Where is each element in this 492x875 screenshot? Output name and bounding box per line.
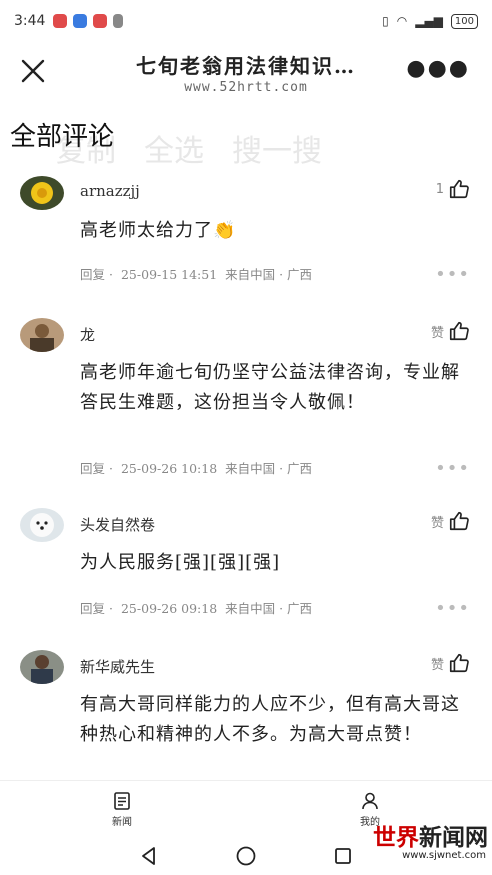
- section-title: 全部评论: [10, 122, 115, 152]
- tab-news[interactable]: 新闻: [92, 791, 152, 828]
- like-count: 1: [435, 181, 444, 197]
- page-url: www.52hrtt.com: [184, 80, 308, 95]
- like-button[interactable]: 赞: [431, 510, 470, 532]
- like-button[interactable]: 赞: [431, 652, 470, 674]
- app-notification-icon: [93, 14, 108, 28]
- like-count: 赞: [430, 515, 444, 531]
- status-bar: 3:44 ▯ ◠ ▂▄▆ 100: [0, 0, 492, 42]
- battery-indicator: 100: [450, 13, 478, 29]
- thumbs-up-icon: [449, 653, 469, 673]
- thumbs-up-icon: [449, 179, 469, 199]
- app-notification-icon: [53, 14, 68, 28]
- reply-link[interactable]: 回复: [80, 601, 105, 616]
- reply-link[interactable]: 回复: [80, 267, 105, 282]
- reply-link[interactable]: 回复: [80, 461, 105, 476]
- comment-panel: 复制 全选 搜一搜 全部评论 arnazzjj 1 高老师太给力了👏 回复 · 2…: [0, 104, 492, 780]
- tab-label: 新闻: [112, 817, 132, 828]
- comment-meta: 回复 · 25-09-26 10:18 来自中国 · 广西: [80, 461, 313, 476]
- home-icon[interactable]: [235, 845, 257, 867]
- avatar[interactable]: [20, 318, 64, 352]
- comment-text: 为人民服务[强][强][强]: [80, 552, 281, 573]
- avatar[interactable]: [20, 508, 64, 542]
- wifi-icon: ◠: [396, 14, 408, 28]
- site-watermark: 世界新闻网 www.sjwnet.com: [342, 818, 488, 864]
- search-action[interactable]: 搜一搜: [232, 126, 322, 170]
- status-time: 3:44: [14, 13, 46, 29]
- comment-meta: 回复 · 25-09-15 14:51 来自中国 · 广西: [80, 267, 313, 282]
- comment-location: 来自中国 · 广西: [225, 267, 313, 282]
- back-icon[interactable]: [138, 845, 160, 867]
- comment-username[interactable]: 龙: [80, 324, 95, 345]
- like-button[interactable]: 赞: [431, 320, 470, 342]
- news-icon: [114, 792, 130, 810]
- comment-more-icon[interactable]: •••: [435, 264, 470, 285]
- avatar[interactable]: [20, 176, 64, 210]
- vibrate-icon: ▯: [382, 14, 389, 28]
- comment-username[interactable]: 新华威先生: [80, 656, 155, 677]
- comment-location: 来自中国 · 广西: [225, 601, 313, 616]
- select-all-action[interactable]: 全选: [144, 126, 204, 170]
- watermark-url: www.sjwnet.com: [402, 850, 486, 861]
- comment-date: 25-09-26 10:18: [120, 461, 218, 476]
- comment-text: 高老师年逾七旬仍坚守公益法律咨询，专业解答民生难题，这份担当令人敬佩！: [80, 362, 460, 413]
- app-notification-icon: [73, 14, 88, 28]
- comment-meta: 回复 · 25-09-26 09:18 来自中国 · 广西: [80, 601, 313, 616]
- like-count: 赞: [430, 657, 444, 673]
- comment-more-icon[interactable]: •••: [435, 458, 470, 479]
- watermark-brand: 世界新闻网: [373, 824, 488, 851]
- avatar[interactable]: [20, 650, 64, 684]
- comment-more-icon[interactable]: •••: [435, 598, 470, 619]
- signal-icon: ▂▄▆: [415, 14, 443, 28]
- page-header: 七旬老翁用法律知识… www.52hrtt.com ●●●: [0, 42, 492, 104]
- like-count: 赞: [430, 325, 444, 341]
- thumbs-up-icon: [449, 511, 469, 531]
- comment-date: 25-09-26 09:18: [120, 601, 218, 616]
- more-dots-icon[interactable]: ●●●: [406, 58, 470, 80]
- comment-username[interactable]: 头发自然卷: [80, 514, 155, 535]
- thumbs-up-icon: [449, 321, 469, 341]
- comment-location: 来自中国 · 广西: [225, 461, 313, 476]
- comment-text: 高老师太给力了👏: [80, 220, 237, 241]
- comment-date: 25-09-15 14:51: [120, 267, 218, 282]
- comment-text: 有高大哥同样能力的人应不少，但有高大哥这种热心和精神的人不多。为高大哥点赞！: [80, 694, 460, 745]
- comment-username[interactable]: arnazzjj: [80, 182, 140, 200]
- profile-icon: [362, 792, 378, 810]
- like-button[interactable]: 1: [436, 178, 470, 200]
- app-notification-icon: [113, 14, 124, 28]
